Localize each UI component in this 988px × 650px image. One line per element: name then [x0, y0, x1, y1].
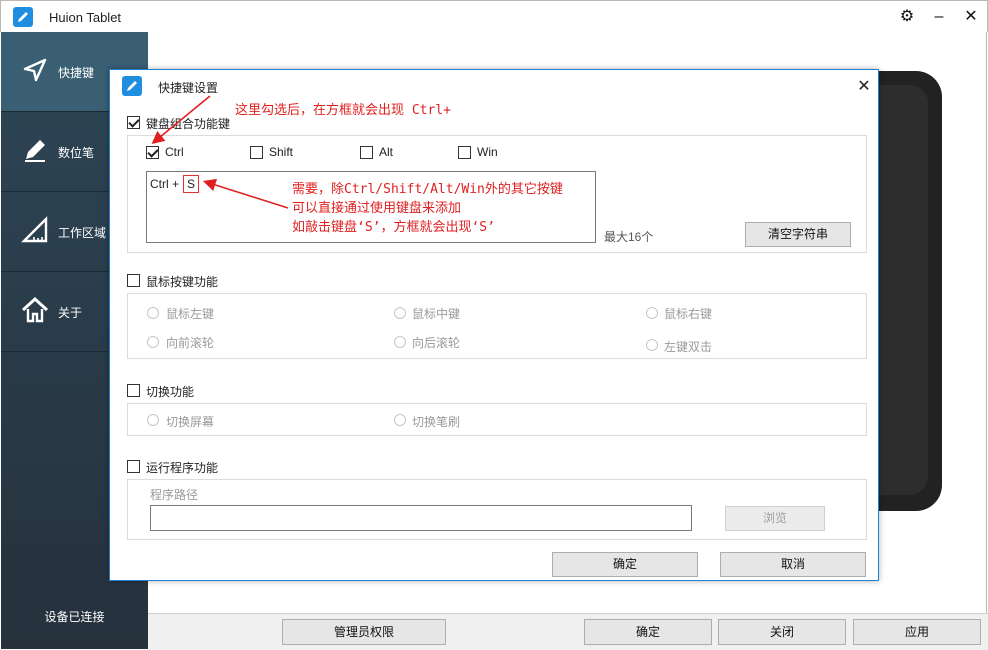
main-ok-button[interactable]: 确定 [584, 619, 712, 645]
scroll-up-radio[interactable] [147, 336, 159, 348]
sidebar-item-label: 数位笔 [58, 146, 95, 160]
browse-button[interactable]: 浏览 [725, 506, 825, 531]
scroll-down-radio[interactable] [394, 336, 406, 348]
dialog-cancel-button[interactable]: 取消 [720, 552, 866, 577]
mouse-function-group [127, 293, 867, 359]
shortcut-settings-dialog: 快捷键设置 ✕ 键盘组合功能键 Ctrl Shift Alt Win Ctrl … [109, 69, 879, 581]
window-titlebar: Huion Tablet ⚙ – ✕ [0, 0, 988, 32]
win-label: Win [477, 145, 498, 159]
mouse-function-checkbox[interactable] [127, 274, 140, 287]
main-apply-button[interactable]: 应用 [853, 619, 981, 645]
sidebar-item-label: 快捷键 [58, 66, 95, 80]
mouse-middle-label: 鼠标中键 [412, 307, 461, 321]
mouse-left-radio[interactable] [147, 307, 159, 319]
window-title: Huion Tablet [49, 10, 122, 25]
program-path-input[interactable] [150, 505, 692, 531]
scroll-down-label: 向后滚轮 [412, 336, 461, 350]
main-close-button[interactable]: 关闭 [718, 619, 846, 645]
switch-screen-radio[interactable] [147, 414, 159, 426]
switch-brush-label: 切换笔刷 [412, 415, 461, 429]
arrow-to-key [202, 178, 289, 209]
switch-brush-radio[interactable] [394, 414, 406, 426]
double-click-label: 左键双击 [664, 340, 713, 354]
dialog-ok-button[interactable]: 确定 [552, 552, 698, 577]
win-checkbox[interactable] [458, 146, 471, 159]
switch-screen-label: 切换屏幕 [166, 415, 215, 429]
arrow-to-ctrl [151, 95, 211, 145]
clear-string-button[interactable]: 清空字符串 [745, 222, 851, 247]
close-icon[interactable]: ✕ [961, 7, 981, 27]
switch-function-group [127, 403, 867, 436]
mouse-middle-radio[interactable] [394, 307, 406, 319]
tablet-preview [870, 71, 942, 511]
admin-rights-button[interactable]: 管理员权限 [282, 619, 446, 645]
pen-icon [25, 140, 45, 162]
mouse-right-radio[interactable] [646, 307, 658, 319]
device-status: 设备已连接 [44, 610, 105, 624]
run-program-checkbox[interactable] [127, 460, 140, 473]
annotation-arrows [151, 95, 289, 209]
max-length-hint: 最大16个 [604, 230, 654, 244]
switch-function-checkbox[interactable] [127, 384, 140, 397]
sidebar-item-label: 关于 [58, 306, 83, 320]
home-icon [21, 296, 49, 323]
send-arrow-icon [23, 58, 47, 82]
dialog-close-icon[interactable]: ✕ [854, 76, 874, 96]
ruler-triangle-icon [21, 216, 48, 243]
mouse-right-label: 鼠标右键 [664, 307, 713, 321]
double-click-radio[interactable] [646, 339, 658, 351]
scroll-up-label: 向前滚轮 [166, 336, 215, 350]
settings-gear-icon[interactable]: ⚙ [897, 7, 917, 27]
mouse-function-label: 鼠标按键功能 [146, 275, 219, 289]
bottom-toolbar: 管理员权限 确定 关闭 应用 [148, 613, 988, 650]
minimize-icon[interactable]: – [929, 7, 949, 27]
mouse-left-label: 鼠标左键 [166, 307, 215, 321]
switch-function-label: 切换功能 [146, 385, 195, 399]
sidebar-item-label: 工作区域 [58, 226, 107, 240]
huion-app-icon [13, 7, 33, 27]
program-path-label: 程序路径 [150, 488, 199, 502]
run-program-label: 运行程序功能 [146, 461, 219, 475]
